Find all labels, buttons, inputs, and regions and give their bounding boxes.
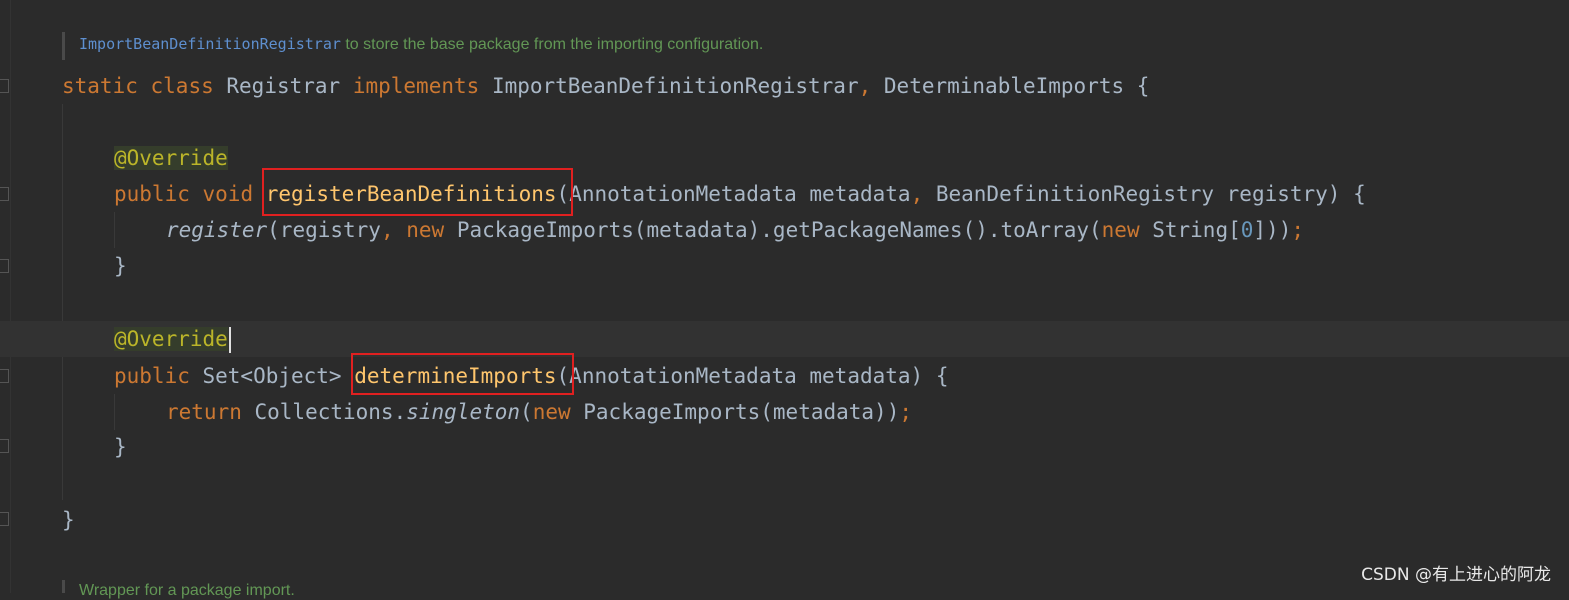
array-type: String[ [1139, 218, 1241, 242]
keyword-new: new [532, 400, 571, 424]
return-type: Set<Object> [189, 364, 355, 388]
static-call: singleton [406, 400, 521, 424]
doc-comment-top: ImportBeanDefinitionRegistrar to store t… [79, 35, 763, 54]
annotation-override: @Override [114, 327, 228, 351]
doc-comment-bar [62, 32, 65, 60]
doc-comment-text: Wrapper for a package import. [79, 582, 295, 599]
keyword-static: static [62, 74, 138, 98]
brace: } [62, 508, 75, 532]
method-params: BeanDefinitionRegistry registry) { [923, 182, 1366, 206]
code-line-method-decl[interactable]: public void registerBeanDefinitions(Anno… [0, 176, 1569, 212]
text-caret [228, 327, 231, 353]
paren: ( [520, 400, 533, 424]
brace: { [1136, 74, 1150, 98]
comma: , [910, 182, 924, 206]
keyword-void: void [202, 182, 254, 206]
semicolon: ; [1291, 218, 1304, 242]
class-ref: Collections. [241, 400, 407, 424]
brace: } [114, 435, 127, 459]
method-params: (AnnotationMetadata metadata [556, 182, 911, 206]
constructor-call: PackageImports(metadata)) [570, 400, 900, 424]
keyword-public: public [114, 364, 190, 388]
annotation-override: @Override [114, 146, 228, 170]
keyword-public: public [114, 182, 190, 206]
code-line-class-decl[interactable]: static class Registrar implements Import… [0, 68, 1569, 104]
code-line-close-brace[interactable]: } [0, 248, 1569, 284]
semicolon: ; [899, 400, 913, 424]
doc-comment-text: to store the base package from the impor… [340, 36, 764, 53]
code-line-return[interactable]: return Collections.singleton(new Package… [0, 394, 1569, 430]
code-line-statement[interactable]: register(registry, new PackageImports(me… [0, 212, 1569, 248]
closing-parens: ])) [1253, 218, 1292, 242]
keyword-new: new [1101, 218, 1140, 242]
keyword-return: return [166, 400, 242, 424]
code-line-close-brace[interactable]: } [0, 429, 1569, 465]
highlight-box-determine-imports [351, 353, 574, 395]
code-line-annotation[interactable]: @Override [0, 140, 1569, 176]
keyword-new: new [406, 218, 445, 242]
number-literal: 0 [1240, 218, 1254, 242]
call-chain: PackageImports(metadata).getPackageNames… [444, 218, 1102, 242]
keyword-implements: implements [352, 74, 480, 98]
code-line-method-decl[interactable]: public Set<Object> determineImports(Anno… [0, 358, 1569, 394]
code-line-class-close[interactable]: } [0, 502, 1569, 538]
watermark: CSDN @有上进心的阿龙 [1361, 565, 1551, 585]
keyword-class: class [150, 74, 214, 98]
doc-comment-bar [62, 580, 65, 593]
static-call: register [166, 218, 268, 242]
code-line-annotation-current[interactable]: @Override [0, 321, 1569, 357]
interface-name: DeterminableImports [883, 74, 1125, 98]
class-name: Registrar [226, 74, 341, 98]
doc-comment-link[interactable]: ImportBeanDefinitionRegistrar [79, 35, 341, 53]
highlight-box-register-bean-definitions [262, 168, 573, 216]
call-args: (registry [267, 218, 381, 242]
comma: , [858, 74, 872, 98]
method-params: (AnnotationMetadata metadata) { [556, 364, 949, 388]
doc-comment-bottom: Wrapper for a package import. [79, 582, 295, 600]
brace: } [114, 254, 127, 278]
interface-name: ImportBeanDefinitionRegistrar [491, 74, 859, 98]
comma: , [380, 218, 394, 242]
